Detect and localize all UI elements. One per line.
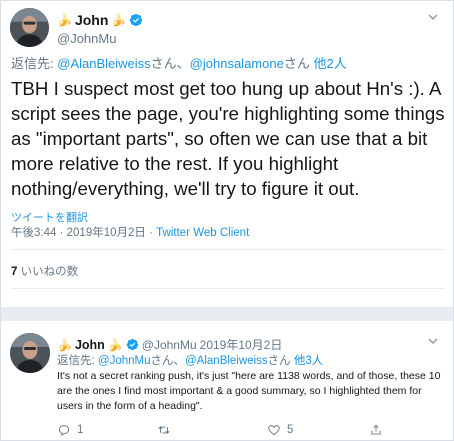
main-tweet: 🍌 John 🍌 @JohnMu 返信先: @AlanBleiweissさん、@…	[1, 1, 453, 307]
others-link[interactable]: 他3人	[294, 355, 323, 367]
honorific: さん、	[150, 355, 186, 367]
like-action[interactable]: 5	[267, 423, 293, 437]
translate-tweet-link[interactable]: ツイートを翻訳	[11, 209, 88, 225]
share-icon	[371, 424, 381, 435]
retweet-action[interactable]	[157, 423, 177, 437]
chevron-down-icon[interactable]	[427, 335, 439, 347]
banana-emoji: 🍌	[111, 13, 127, 27]
honorific: さん	[267, 355, 291, 367]
tweet-date[interactable]: 2019年10月2日	[67, 227, 146, 239]
reply-date[interactable]: 2019年10月2日	[200, 336, 283, 353]
banana-emoji: 🍌	[57, 337, 72, 352]
reply-tweet[interactable]: 🍌 John 🍌 @JohnMu 2019年10月2日 返信先: @JohnMu…	[1, 321, 453, 440]
mention-link[interactable]: @johnsalamone	[190, 56, 284, 71]
mention-link[interactable]: @JohnMu	[98, 355, 151, 367]
like-count: 5	[287, 424, 294, 436]
reply-to-prefix: 返信先:	[11, 56, 54, 71]
retweet-icon	[158, 426, 170, 434]
likes-label: いいねの数	[20, 266, 79, 278]
verified-badge-icon	[130, 13, 143, 27]
reply-to-line: 返信先: @AlanBleiweissさん、@johnsalamoneさん 他2…	[11, 53, 347, 72]
tweet-actions: 1 5	[57, 423, 397, 439]
share-action[interactable]	[369, 423, 383, 437]
meta-separator: ·	[59, 227, 64, 239]
divider	[11, 249, 445, 250]
likes-count: 7	[11, 266, 18, 278]
tweet-meta: 午後3:44 · 2019年10月2日 · Twitter Web Client	[11, 224, 249, 240]
reply-to-line: 返信先: @JohnMuさん、@AlanBleiweissさん 他3人	[57, 352, 323, 368]
reply-tweet-text: It's not a secret ranking push, it's jus…	[57, 370, 441, 412]
reply-author-line: 🍌 John 🍌 @JohnMu 2019年10月2日	[57, 336, 282, 353]
author-name[interactable]: John	[75, 12, 108, 28]
reply-author-avatar[interactable]	[10, 333, 50, 373]
tweet-time[interactable]: 午後3:44	[11, 227, 56, 239]
author-name-line[interactable]: 🍌 John 🍌	[57, 12, 143, 28]
reply-action[interactable]: 1	[57, 423, 83, 437]
banana-emoji: 🍌	[107, 337, 123, 352]
tweet-text: TBH I suspect most get too hung up about…	[11, 78, 445, 199]
tweet-thread-frame: 🍌 John 🍌 @JohnMu 返信先: @AlanBleiweissさん、@…	[0, 0, 454, 441]
reply-count: 1	[77, 424, 84, 436]
mention-link[interactable]: @AlanBleiweiss	[185, 355, 268, 367]
heart-icon	[268, 425, 280, 436]
others-link[interactable]: 他2人	[313, 56, 346, 71]
reply-to-prefix: 返信先:	[57, 355, 95, 367]
honorific: さん	[283, 56, 310, 71]
meta-separator: ·	[149, 227, 153, 239]
reply-author-handle[interactable]: @JohnMu	[142, 338, 197, 352]
chevron-down-icon[interactable]	[427, 11, 439, 23]
honorific: さん、	[150, 56, 190, 71]
reply-bubble-icon	[58, 425, 70, 436]
tweet-client-link[interactable]: Twitter Web Client	[156, 227, 249, 239]
mention-link[interactable]: @AlanBleiweiss	[57, 56, 150, 71]
divider	[11, 288, 445, 289]
likes-stat[interactable]: 7 いいねの数	[11, 263, 78, 279]
banana-emoji: 🍌	[57, 13, 72, 27]
reply-author-name[interactable]: John	[75, 338, 105, 352]
verified-badge-icon	[126, 338, 138, 351]
thread-separator	[1, 307, 453, 321]
author-avatar[interactable]	[10, 8, 49, 47]
author-handle[interactable]: @JohnMu	[57, 31, 116, 46]
